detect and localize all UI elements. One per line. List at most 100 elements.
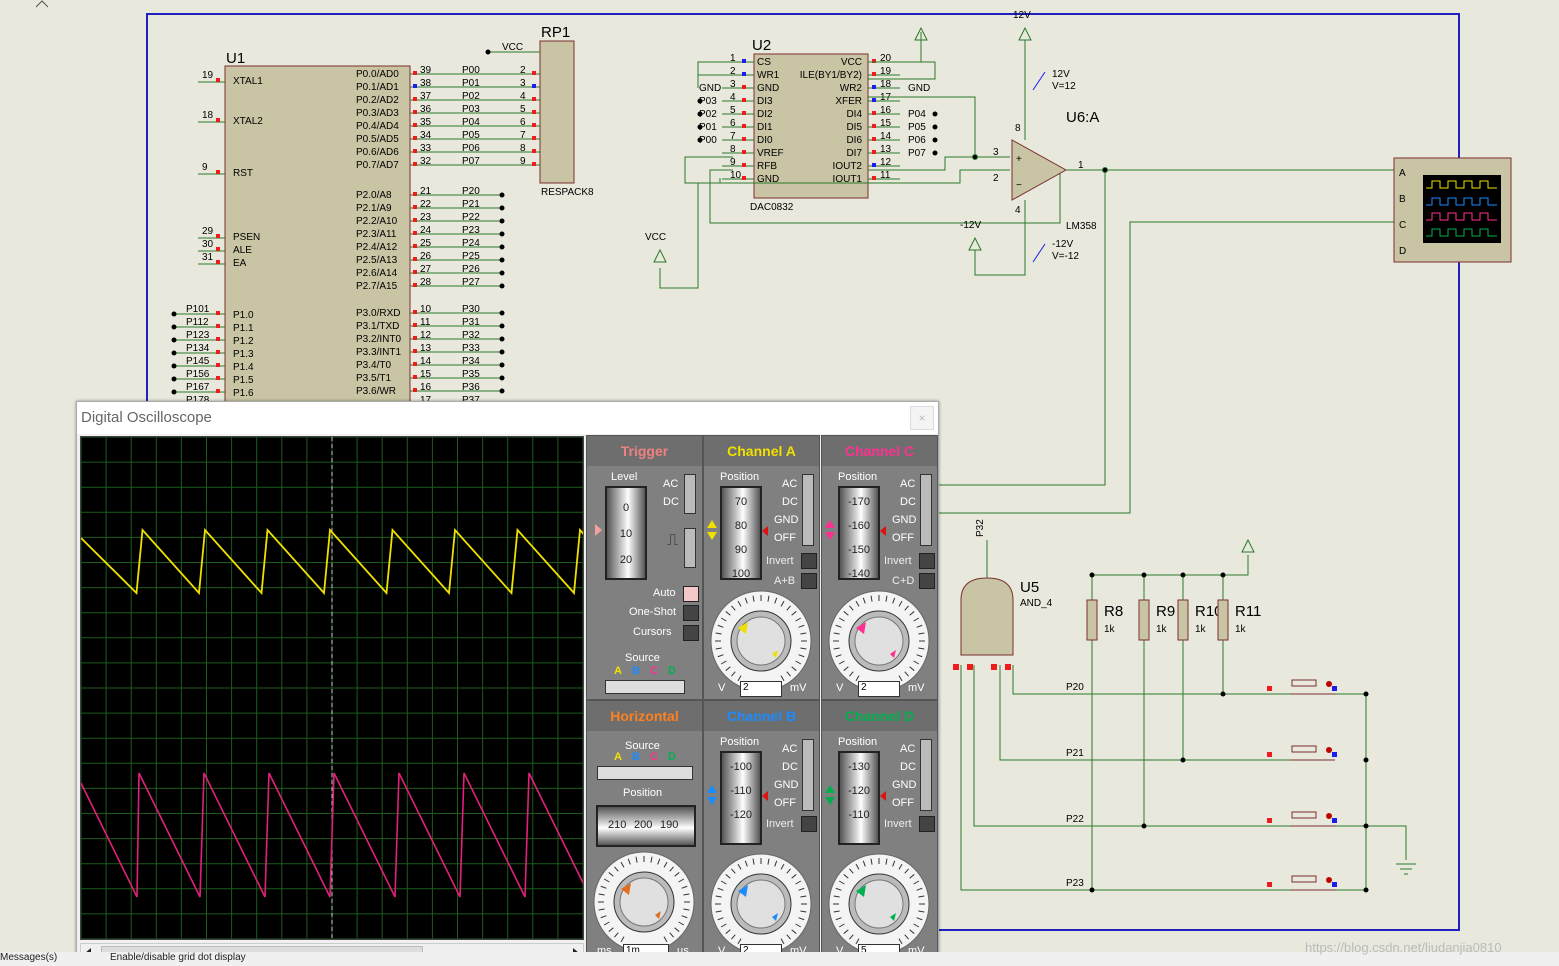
pin-marker [532,162,536,166]
pos-gen-arrow-icon [1032,71,1046,91]
trigger-edge-switch[interactable] [684,528,696,568]
button-state-icon [1326,877,1332,883]
pushbutton-cap[interactable] [1291,875,1317,883]
u1-net-label: P21 [462,199,480,210]
trigger-coupling-switch[interactable] [684,474,696,514]
pushbutton-cap[interactable] [1291,811,1317,819]
net-neg12v: -12V [960,220,981,231]
volts-div-dial[interactable] [708,851,814,957]
dial-knob-cap [736,616,786,666]
oscilloscope-window[interactable]: Digital Oscilloscope × Trigger Level 0 1… [76,401,939,966]
u1-microcontroller[interactable]: U1 19XTAL118XTAL29RST29PSEN30ALE31EAP101… [171,50,541,408]
coupling-gnd: GND [892,514,917,526]
source-letter-b[interactable]: B [632,665,640,677]
trigger-panel: Trigger Level 0 10 20 AC DC ⎍ Auto One-S… [586,435,703,700]
position-drum[interactable]: -170 -160 -150 -140 [838,486,880,580]
coupling-switch[interactable] [802,474,814,546]
cursors-button[interactable] [683,625,699,641]
coupling-switch[interactable] [920,474,932,546]
button-net-label: P23 [1066,878,1084,889]
u1-pin-name: P0.5/AD5 [356,134,399,145]
drum-tick: 210 [608,819,627,831]
trigger-source-slider[interactable] [605,680,685,694]
u5-and-gate[interactable]: U5 AND_4 P32 [960,519,1053,656]
oneshot-button[interactable] [683,605,699,621]
source-letter-a[interactable]: A [614,665,622,677]
source-letter-d[interactable]: D [668,751,676,763]
trigger-dc: DC [663,496,679,508]
pin-marker [872,176,876,180]
position-drum[interactable]: 70 80 90 100 [720,486,762,580]
pin-marker [216,118,220,122]
u1-pin-num: 13 [420,343,432,354]
channel-header: Channel D [822,701,937,731]
u1-pin-name: EA [233,258,247,269]
pin-marker [872,124,876,128]
resistor-body[interactable] [1086,599,1098,641]
horizontal-source-slider[interactable] [597,766,693,780]
scope-display[interactable] [80,436,656,940]
status-messages[interactable]: Messages(s) [0,952,57,963]
rp1-resistor-pack[interactable]: RP1 RESPACK8 VCC 2 3 4 5 6 7 8 9 [485,24,595,198]
u2-dac[interactable]: U2 DAC0832 1 CS2 WR13 GNDGND4 DI3P035 DI2P026… [697,37,938,213]
pin-marker [413,97,417,101]
drum-tick: -160 [847,520,871,532]
timebase-dial[interactable] [591,849,697,955]
auto-button[interactable] [683,586,699,602]
position-drum[interactable]: -100 -110 -120 [720,751,762,845]
u1-pin-num: 9 [202,162,208,173]
trigger-level-drum[interactable]: 0 10 20 [605,486,647,580]
collapse-arrow-icon[interactable] [35,0,49,8]
source-letter-b[interactable]: B [632,751,640,763]
invert-button[interactable] [801,816,817,832]
trigger-marker-icon [595,524,602,536]
pin-marker [532,149,536,153]
combine-button[interactable] [919,573,935,589]
invert-label: Invert [766,555,794,567]
u2-pin-num: 16 [880,105,892,116]
pin-marker [742,98,746,102]
pin-marker [413,349,417,353]
title-bar[interactable]: Digital Oscilloscope × [77,402,938,434]
pin-marker [413,375,417,379]
drum-tick: 90 [734,544,748,556]
dial-knob-cap [854,879,904,929]
oneshot-label: One-Shot [629,606,677,618]
source-letter-c[interactable]: C [650,665,658,677]
coupling-switch[interactable] [802,739,814,811]
button-state-icon [1326,747,1332,753]
volts-value-field[interactable]: 2 [858,681,900,697]
u6-pin4: 4 [1015,205,1021,216]
u2-pin-name: VREF [757,148,784,159]
position-drum[interactable]: -130 -120 -110 [838,751,880,845]
coupling-switch[interactable] [920,739,932,811]
pin-marker [413,362,417,366]
oscilloscope-symbol[interactable]: A B C D [1393,157,1512,263]
coupling-ac: AC [900,743,916,755]
volts-value-field[interactable]: 2 [740,681,782,697]
trigger-header: Trigger [587,436,702,466]
volts-div-dial[interactable] [826,851,932,957]
channel-header: Channel B [704,701,819,731]
position-arrow-icon [825,532,835,540]
volts-div-dial[interactable] [708,588,814,694]
resistor-body[interactable] [1138,599,1150,641]
edge-select-icon: ⎍ [667,532,679,549]
u1-pin-name: P1.0 [233,310,254,321]
u1-net-label: P35 [462,369,480,380]
resistor-body[interactable] [1177,599,1189,641]
invert-button[interactable] [919,816,935,832]
close-button[interactable]: × [910,406,934,430]
combine-button[interactable] [801,573,817,589]
invert-button[interactable] [919,553,935,569]
source-letter-a[interactable]: A [614,751,622,763]
pushbutton-cap[interactable] [1291,745,1317,753]
pushbutton-cap[interactable] [1291,679,1317,687]
resistor-body[interactable] [1217,599,1229,641]
volts-div-dial[interactable] [826,588,932,694]
source-letter-d[interactable]: D [668,665,676,677]
horizontal-position-drum[interactable]: 210 200 190 [596,805,696,847]
invert-button[interactable] [801,553,817,569]
opamp-plus-sign: + [1016,154,1022,165]
source-letter-c[interactable]: C [650,751,658,763]
